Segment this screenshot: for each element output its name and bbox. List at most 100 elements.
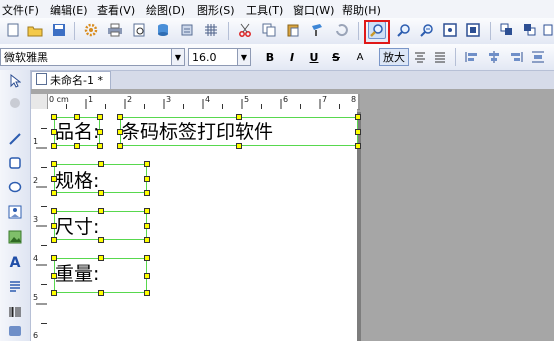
resize-handle[interactable]	[97, 114, 103, 120]
resize-handle[interactable]	[51, 290, 57, 296]
h-ruler-label-7: 7	[322, 95, 328, 104]
menu-shape[interactable]: 图形(S)	[197, 2, 235, 18]
database-settings-icon[interactable]	[178, 21, 196, 39]
resize-handle[interactable]	[51, 223, 57, 229]
align-center-objects-icon[interactable]	[486, 49, 502, 65]
resize-handle[interactable]	[144, 176, 150, 182]
resize-handle[interactable]	[98, 255, 104, 261]
bring-front-icon[interactable]	[498, 21, 516, 39]
select-arrow-icon[interactable]	[6, 72, 24, 90]
resize-handle[interactable]	[144, 208, 150, 214]
serial-tool-icon[interactable]	[6, 322, 24, 340]
resize-handle[interactable]	[98, 161, 104, 167]
resize-handle[interactable]	[144, 161, 150, 167]
resize-handle[interactable]	[144, 255, 150, 261]
print-icon[interactable]	[106, 21, 124, 39]
zoom-out-icon[interactable]	[395, 21, 413, 39]
resize-handle[interactable]	[97, 129, 103, 135]
font-size-field[interactable]: 16.0	[188, 48, 238, 66]
barcode-tool-icon[interactable]	[6, 303, 24, 321]
database-icon[interactable]	[154, 21, 172, 39]
resize-handle[interactable]	[51, 273, 57, 279]
ellipse-tool-icon[interactable]	[6, 178, 24, 196]
resize-handle[interactable]	[51, 190, 57, 196]
font-name-field[interactable]: 微软雅黑	[0, 48, 172, 66]
resize-handle[interactable]	[355, 129, 361, 135]
resize-handle[interactable]	[98, 237, 104, 243]
resize-handle[interactable]	[355, 143, 361, 149]
menu-draw[interactable]: 绘图(D)	[146, 2, 185, 18]
resize-handle[interactable]	[74, 114, 80, 120]
group-icon[interactable]	[542, 21, 554, 39]
align-justify-icon[interactable]	[432, 49, 448, 65]
menu-view[interactable]: 查看(V)	[97, 2, 135, 18]
zoom-fit-icon[interactable]	[418, 21, 436, 39]
document-tab[interactable]: 未命名-1 *	[31, 71, 111, 89]
resize-handle[interactable]	[117, 129, 123, 135]
rectangle-tool-icon[interactable]	[6, 154, 24, 172]
grid-icon[interactable]	[202, 21, 220, 39]
cut-icon[interactable]	[236, 21, 254, 39]
resize-handle[interactable]	[51, 114, 57, 120]
resize-handle[interactable]	[144, 190, 150, 196]
resize-handle[interactable]	[144, 290, 150, 296]
bold-button[interactable]: B	[262, 49, 278, 65]
menu-window[interactable]: 窗口(W)	[293, 2, 334, 18]
resize-handle[interactable]	[355, 114, 361, 120]
resize-handle[interactable]	[144, 237, 150, 243]
v-ruler-label-3: 3	[33, 215, 39, 224]
text-tool-icon[interactable]: A	[6, 254, 24, 272]
new-file-icon[interactable]	[4, 21, 22, 39]
resize-handle[interactable]	[74, 143, 80, 149]
undo-icon[interactable]	[332, 21, 350, 39]
resize-handle[interactable]	[51, 237, 57, 243]
resize-handle[interactable]	[98, 208, 104, 214]
resize-handle[interactable]	[51, 143, 57, 149]
print-preview-icon[interactable]	[130, 21, 148, 39]
menu-tools[interactable]: 工具(T)	[246, 2, 283, 18]
selection-frame-spec	[54, 164, 147, 193]
copy-icon[interactable]	[260, 21, 278, 39]
resize-handle[interactable]	[98, 290, 104, 296]
resize-handle[interactable]	[51, 129, 57, 135]
line-tool-icon[interactable]	[6, 130, 24, 148]
actual-size-icon[interactable]	[464, 21, 482, 39]
resize-handle[interactable]	[117, 143, 123, 149]
resize-handle[interactable]	[51, 161, 57, 167]
resize-handle[interactable]	[117, 114, 123, 120]
font-size-dropdown-icon[interactable]: ▼	[237, 48, 251, 66]
fit-page-icon[interactable]	[441, 21, 459, 39]
settings-gear-icon[interactable]	[82, 21, 100, 39]
italic-button[interactable]: I	[284, 49, 300, 65]
underline-button[interactable]: U	[306, 49, 322, 65]
menu-edit[interactable]: 编辑(E)	[50, 2, 88, 18]
resize-handle[interactable]	[51, 255, 57, 261]
image-tool-icon[interactable]	[6, 203, 24, 221]
paste-icon[interactable]	[284, 21, 302, 39]
resize-handle[interactable]	[97, 143, 103, 149]
align-center-icon[interactable]	[412, 49, 428, 65]
resize-handle[interactable]	[51, 208, 57, 214]
text-spacing-button[interactable]: A	[352, 49, 368, 65]
format-painter-icon[interactable]	[308, 21, 326, 39]
distribute-icon[interactable]	[530, 49, 546, 65]
send-back-icon[interactable]	[521, 21, 539, 39]
rich-text-tool-icon[interactable]	[6, 278, 24, 296]
align-right-objects-icon[interactable]	[508, 49, 524, 65]
pan-hand-icon[interactable]	[6, 94, 24, 112]
menu-help[interactable]: 帮助(H)	[342, 2, 381, 18]
menu-file[interactable]: 文件(F)	[2, 2, 39, 18]
resize-handle[interactable]	[98, 190, 104, 196]
resize-handle[interactable]	[51, 176, 57, 182]
open-folder-icon[interactable]	[26, 21, 44, 39]
picture-tool-icon[interactable]	[6, 228, 24, 246]
save-icon[interactable]	[50, 21, 68, 39]
resize-handle[interactable]	[144, 273, 150, 279]
resize-handle[interactable]	[144, 223, 150, 229]
h-ruler-label-0: 0 cm	[49, 95, 69, 104]
resize-handle[interactable]	[236, 143, 242, 149]
resize-handle[interactable]	[236, 114, 242, 120]
font-name-dropdown-icon[interactable]: ▼	[171, 48, 185, 66]
strikethrough-button[interactable]: S	[328, 49, 344, 65]
align-left-objects-icon[interactable]	[464, 49, 480, 65]
